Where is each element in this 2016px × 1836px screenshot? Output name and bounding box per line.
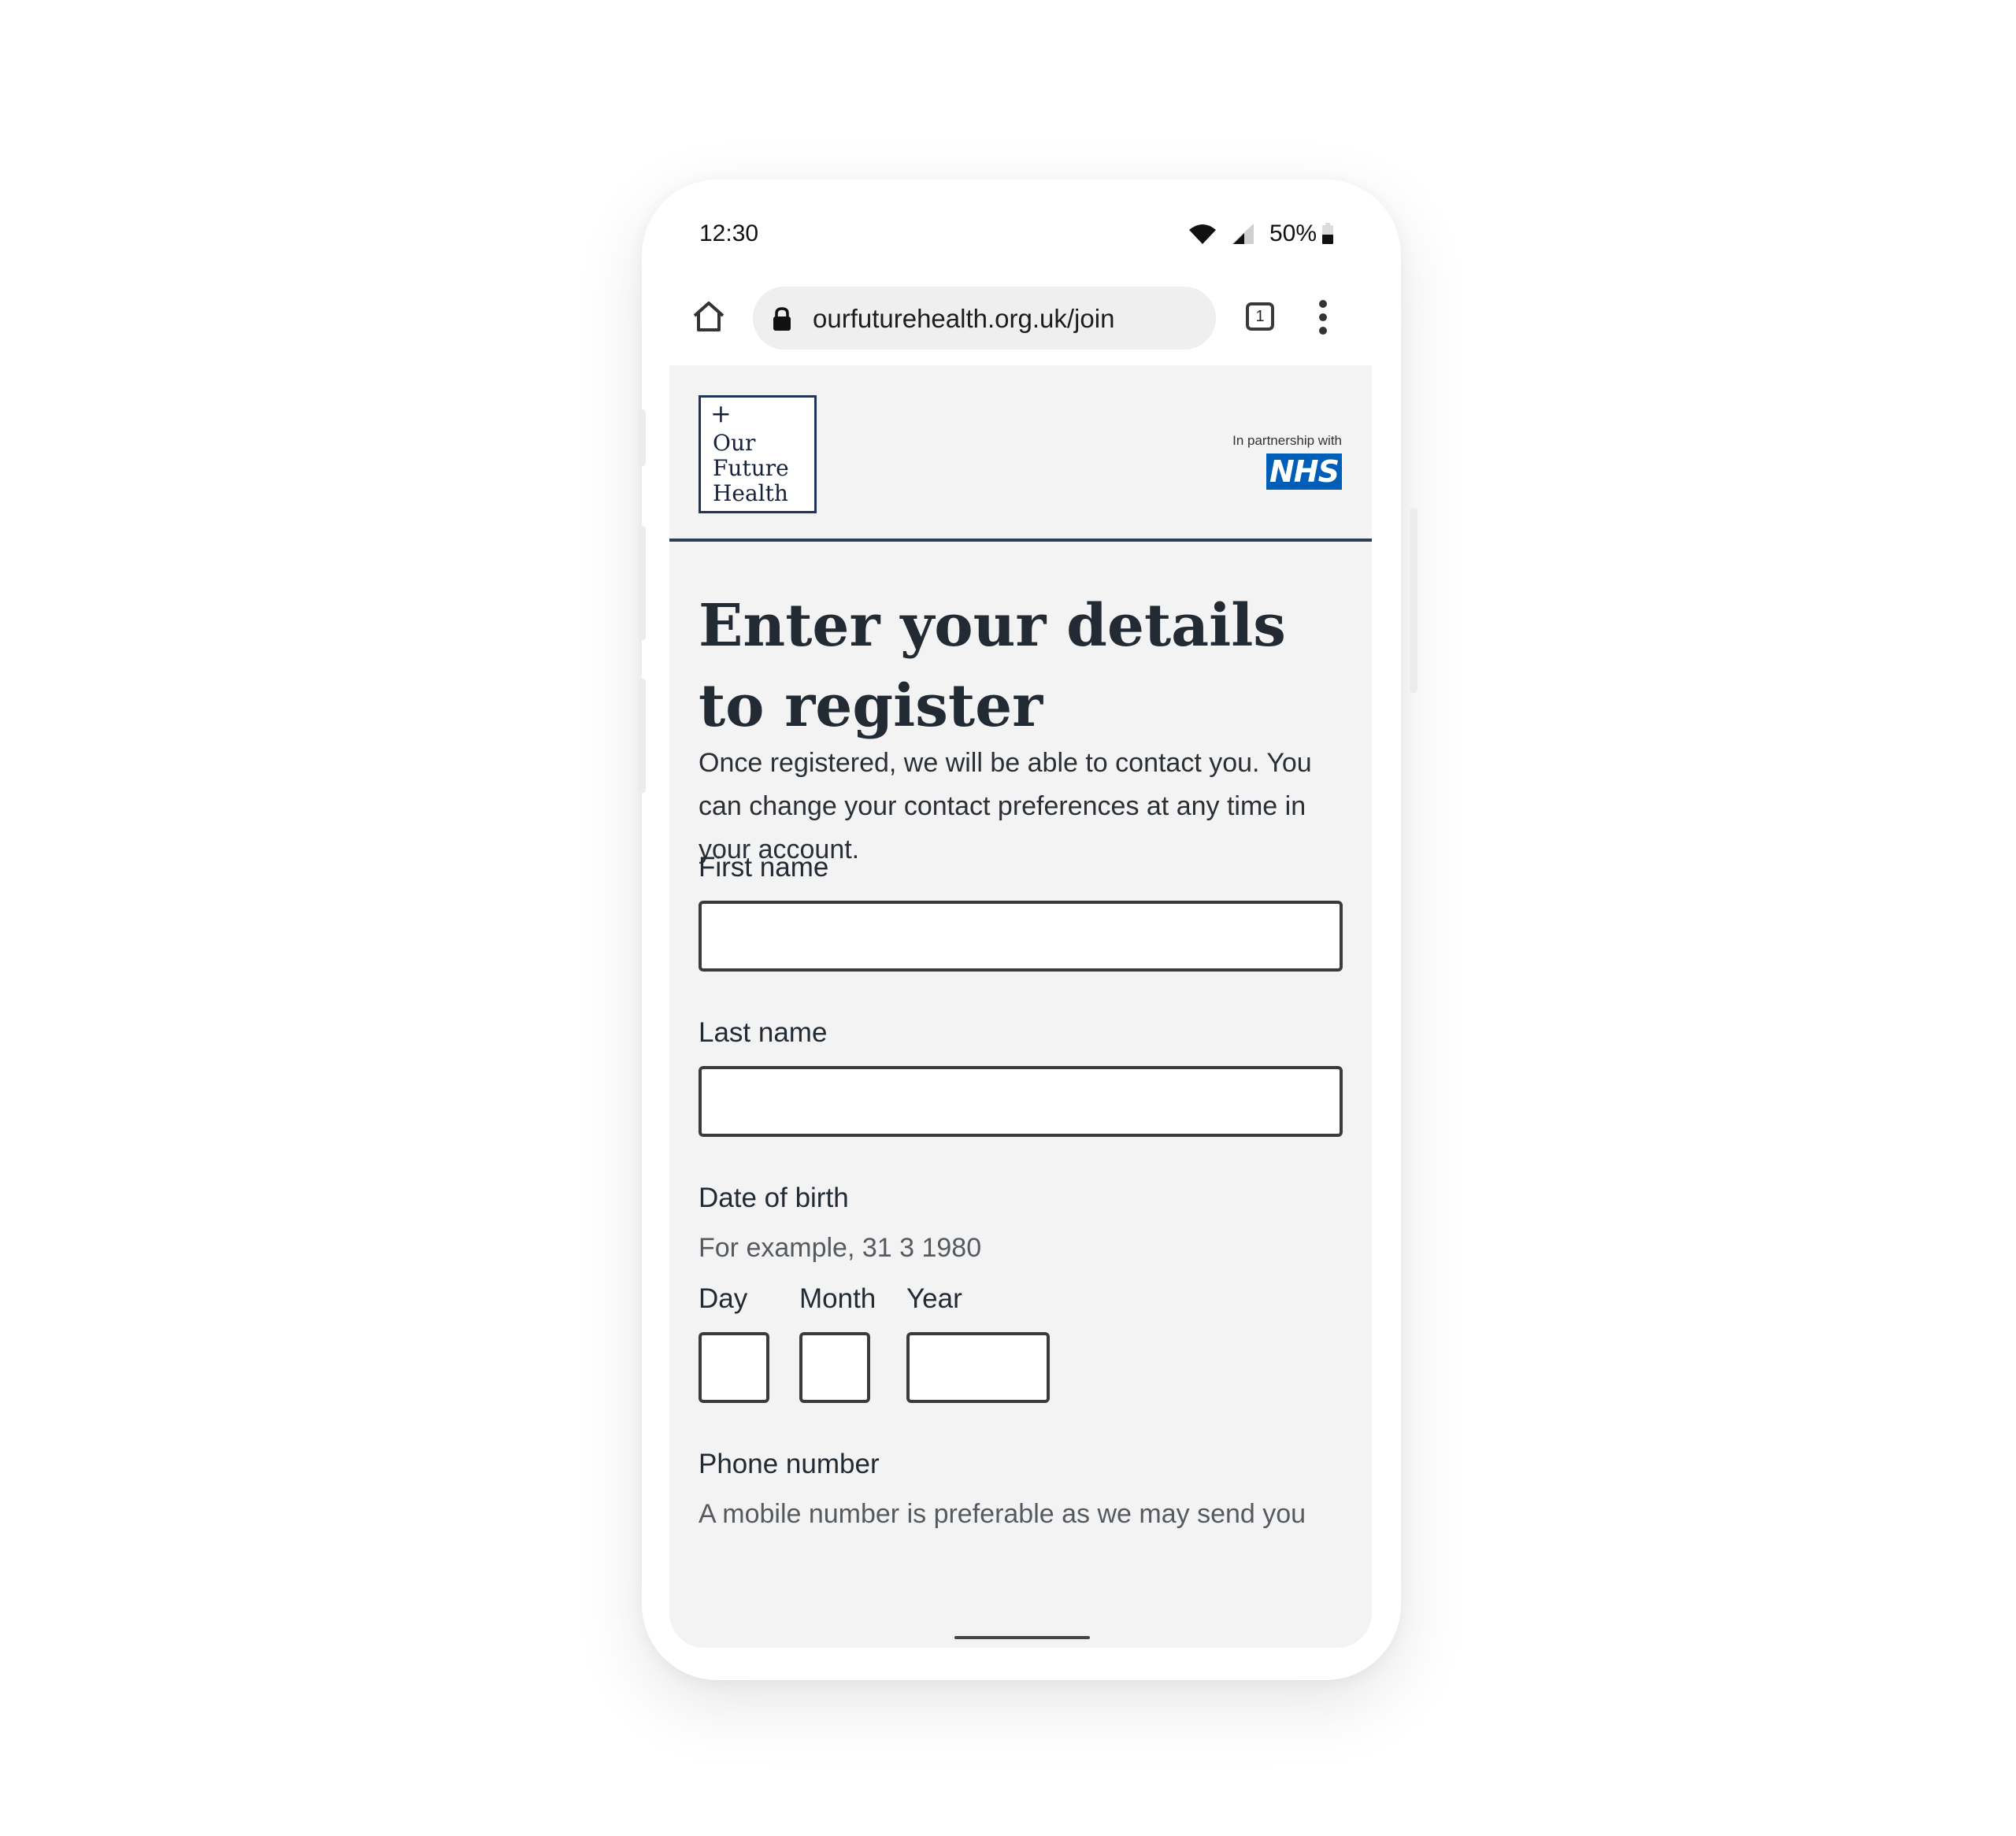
year-label: Year: [906, 1283, 962, 1314]
logo-line-2: Future: [713, 455, 789, 481]
home-icon[interactable]: [691, 299, 726, 334]
more-menu-icon[interactable]: [1315, 299, 1331, 335]
status-icons: 50%: [1188, 220, 1334, 247]
gesture-bar: [954, 1636, 1090, 1639]
page-title: Enter your details to register: [699, 592, 1286, 740]
lock-icon: [773, 307, 791, 331]
nhs-logo: NHS: [1266, 453, 1342, 490]
phone-power-button: [1410, 508, 1418, 693]
year-input[interactable]: [906, 1332, 1050, 1403]
month-input[interactable]: [799, 1332, 870, 1403]
first-name-label: First name: [699, 852, 829, 883]
dob-hint: For example, 31 3 1980: [699, 1233, 982, 1263]
last-name-label: Last name: [699, 1017, 828, 1048]
url-text[interactable]: ourfuturehealth.org.uk/join: [813, 304, 1114, 334]
logo-line-3: Health: [713, 480, 788, 506]
battery-level: 50%: [1269, 220, 1317, 246]
browser-toolbar: ourfuturehealth.org.uk/join 1: [669, 268, 1372, 365]
wifi-icon: [1188, 224, 1216, 244]
logo-line-1: Our: [713, 430, 756, 456]
our-future-health-logo[interactable]: + Our Future Health: [699, 395, 817, 513]
address-bar[interactable]: ourfuturehealth.org.uk/join: [753, 287, 1216, 350]
phone-label: Phone number: [699, 1449, 880, 1479]
day-input[interactable]: [699, 1332, 769, 1403]
phone-side-button-bottom: [638, 679, 646, 793]
phone-side-button-top: [638, 409, 646, 466]
status-time: 12:30: [699, 220, 759, 246]
status-bar: 12:30 50%: [669, 205, 1372, 268]
dob-label: Date of birth: [699, 1183, 849, 1213]
cell-signal-icon: [1231, 224, 1254, 244]
site-header: + Our Future Health In partnership with …: [669, 365, 1372, 542]
phone-side-button-middle: [638, 526, 646, 640]
last-name-input[interactable]: [699, 1066, 1343, 1137]
day-label: Day: [699, 1283, 748, 1314]
first-name-input[interactable]: [699, 901, 1343, 972]
month-label: Month: [799, 1283, 876, 1314]
phone-screen: 12:30 50% ourfuturehealth.org.uk/join 1 …: [669, 205, 1372, 1648]
partnership-text: In partnership with: [1232, 433, 1342, 448]
tab-switcher-button[interactable]: 1: [1246, 302, 1274, 331]
battery-icon: [1322, 223, 1333, 244]
logo-plus: +: [710, 398, 732, 428]
phone-hint: A mobile number is preferable as we may …: [699, 1499, 1306, 1529]
